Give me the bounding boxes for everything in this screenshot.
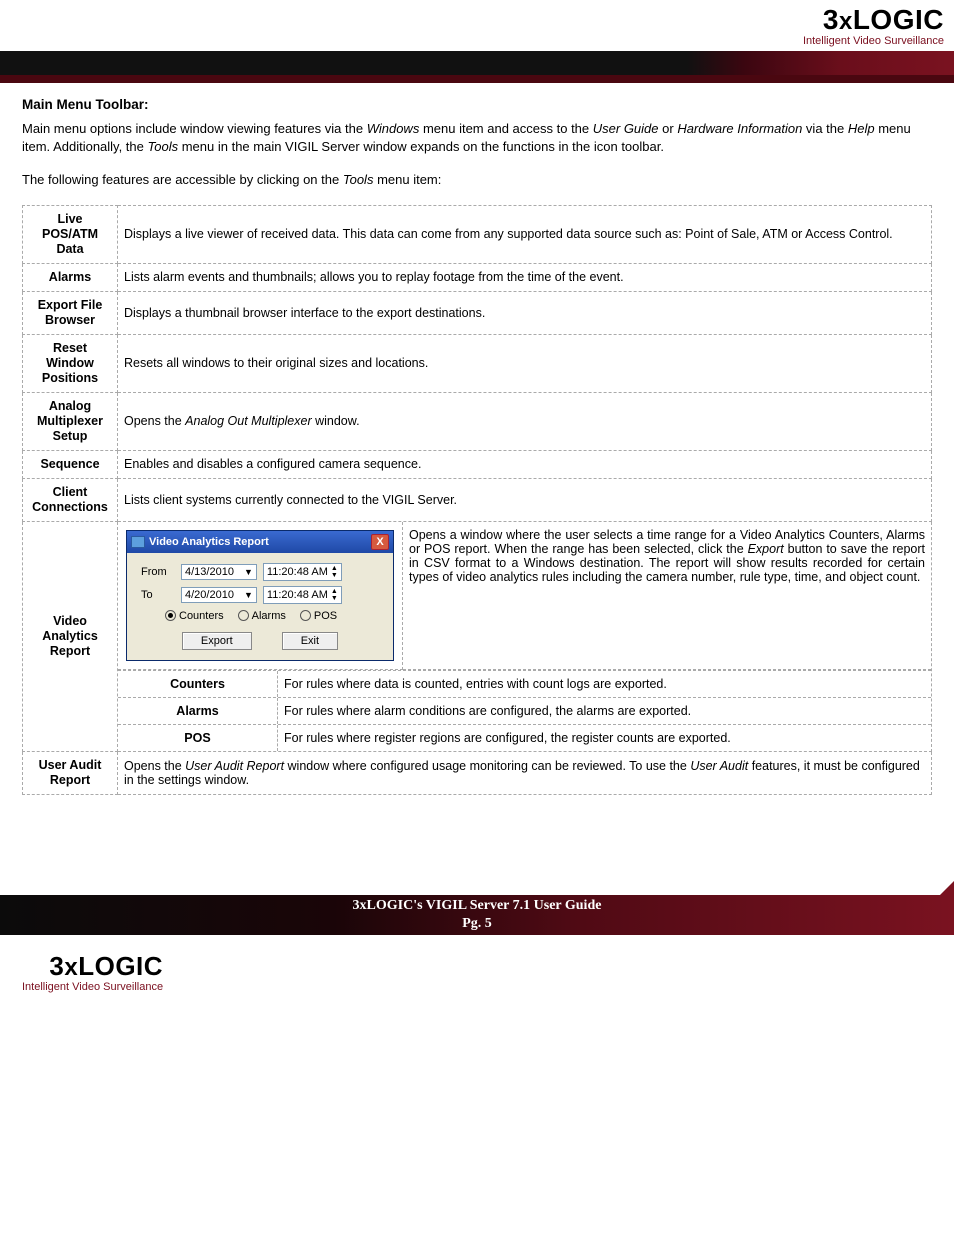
sub-desc-counters: For rules where data is counted, entries… (278, 671, 931, 697)
header-logo-area: 3xLOGIC Intelligent Video Surveillance (0, 0, 954, 51)
to-date-picker[interactable]: 4/20/2010▼ (181, 587, 257, 603)
radio-icon (300, 610, 311, 621)
brand-logo: 3xLOGIC (803, 6, 944, 34)
radio-icon (238, 610, 249, 621)
brand-tagline-footer: Intelligent Video Surveillance (22, 981, 163, 993)
to-label: To (141, 589, 175, 601)
sub-row-pos: POS For rules where register regions are… (118, 724, 931, 751)
chevron-down-icon[interactable]: ▼ (244, 567, 253, 577)
row-desc-alarms: Lists alarm events and thumbnails; allow… (118, 263, 932, 291)
radio-alarms[interactable]: Alarms (238, 610, 286, 622)
dialog-titlebar: Video Analytics Report X (127, 531, 393, 553)
radio-icon (165, 610, 176, 621)
table-row: Live POS/ATM Data Displays a live viewer… (23, 205, 932, 263)
header-band (0, 51, 954, 83)
sub-label-alarms: Alarms (118, 698, 278, 724)
row-desc-audit: Opens the User Audit Report window where… (118, 751, 932, 794)
row-desc-analog: Opens the Analog Out Multiplexer window. (118, 392, 932, 450)
table-row: Export File Browser Displays a thumbnail… (23, 291, 932, 334)
row-label-audit: User Audit Report (23, 751, 118, 794)
row-label-var: Video Analytics Report (23, 521, 118, 751)
spin-down-icon[interactable]: ▼ (331, 595, 338, 602)
sub-desc-pos: For rules where register regions are con… (278, 725, 931, 751)
row-label-reset: Reset Window Positions (23, 334, 118, 392)
row-desc-client: Lists client systems currently connected… (118, 478, 932, 521)
row-label-analog: Analog Multiplexer Setup (23, 392, 118, 450)
window-icon (131, 536, 145, 548)
sub-label-pos: POS (118, 725, 278, 751)
from-label: From (141, 566, 175, 578)
radio-counters[interactable]: Counters (165, 610, 224, 622)
table-row: Alarms Lists alarm events and thumbnails… (23, 263, 932, 291)
table-row: User Audit Report Opens the User Audit R… (23, 751, 932, 794)
row-desc-reset: Resets all windows to their original siz… (118, 334, 932, 392)
table-row: Video Analytics Report Video Analytics R… (23, 521, 932, 751)
footer-band: 3xLOGIC's VIGIL Server 7.1 User Guide Pg… (0, 895, 954, 935)
row-desc-export: Displays a thumbnail browser interface t… (118, 291, 932, 334)
var-dialog: Video Analytics Report X From 4/13/2010▼… (126, 530, 394, 661)
row-label-alarms: Alarms (23, 263, 118, 291)
footer-title: 3xLOGIC's VIGIL Server 7.1 User Guide (353, 897, 602, 915)
sub-row-counters: Counters For rules where data is counted… (118, 670, 931, 697)
spin-down-icon[interactable]: ▼ (331, 572, 338, 579)
footer-page: Pg. 5 (353, 915, 602, 933)
intro-paragraph-1: Main menu options include window viewing… (22, 120, 932, 155)
brand-tagline: Intelligent Video Surveillance (803, 35, 944, 47)
row-desc-sequence: Enables and disables a configured camera… (118, 450, 932, 478)
intro-paragraph-2: The following features are accessible by… (22, 171, 932, 189)
spin-up-icon[interactable]: ▲ (331, 588, 338, 595)
row-label-client: Client Connections (23, 478, 118, 521)
chevron-down-icon[interactable]: ▼ (244, 590, 253, 600)
to-time-picker[interactable]: 11:20:48 AM▲▼ (263, 586, 342, 604)
row-label-sequence: Sequence (23, 450, 118, 478)
spin-up-icon[interactable]: ▲ (331, 565, 338, 572)
var-description: Opens a window where the user selects a … (403, 522, 931, 670)
from-time-picker[interactable]: 11:20:48 AM▲▼ (263, 563, 342, 581)
radio-pos[interactable]: POS (300, 610, 337, 622)
sub-label-counters: Counters (118, 671, 278, 697)
export-button[interactable]: Export (182, 632, 252, 650)
row-label-export: Export File Browser (23, 291, 118, 334)
tools-table: Live POS/ATM Data Displays a live viewer… (22, 205, 932, 795)
var-dialog-screenshot: Video Analytics Report X From 4/13/2010▼… (118, 522, 403, 670)
sub-row-alarms: Alarms For rules where alarm conditions … (118, 697, 931, 724)
dialog-title: Video Analytics Report (149, 536, 269, 548)
close-icon[interactable]: X (371, 534, 389, 550)
table-row: Client Connections Lists client systems … (23, 478, 932, 521)
table-row: Reset Window Positions Resets all window… (23, 334, 932, 392)
row-desc-live: Displays a live viewer of received data.… (118, 205, 932, 263)
sub-desc-alarms: For rules where alarm conditions are con… (278, 698, 931, 724)
exit-button[interactable]: Exit (282, 632, 338, 650)
section-heading: Main Menu Toolbar: (22, 97, 932, 112)
table-row: Sequence Enables and disables a configur… (23, 450, 932, 478)
footer-logo-area: 3xLOGIC Intelligent Video Surveillance (0, 935, 954, 1005)
row-desc-var: Video Analytics Report X From 4/13/2010▼… (118, 521, 932, 751)
row-label-live: Live POS/ATM Data (23, 205, 118, 263)
table-row: Analog Multiplexer Setup Opens the Analo… (23, 392, 932, 450)
from-date-picker[interactable]: 4/13/2010▼ (181, 564, 257, 580)
brand-logo-footer: 3xLOGIC (22, 953, 163, 980)
